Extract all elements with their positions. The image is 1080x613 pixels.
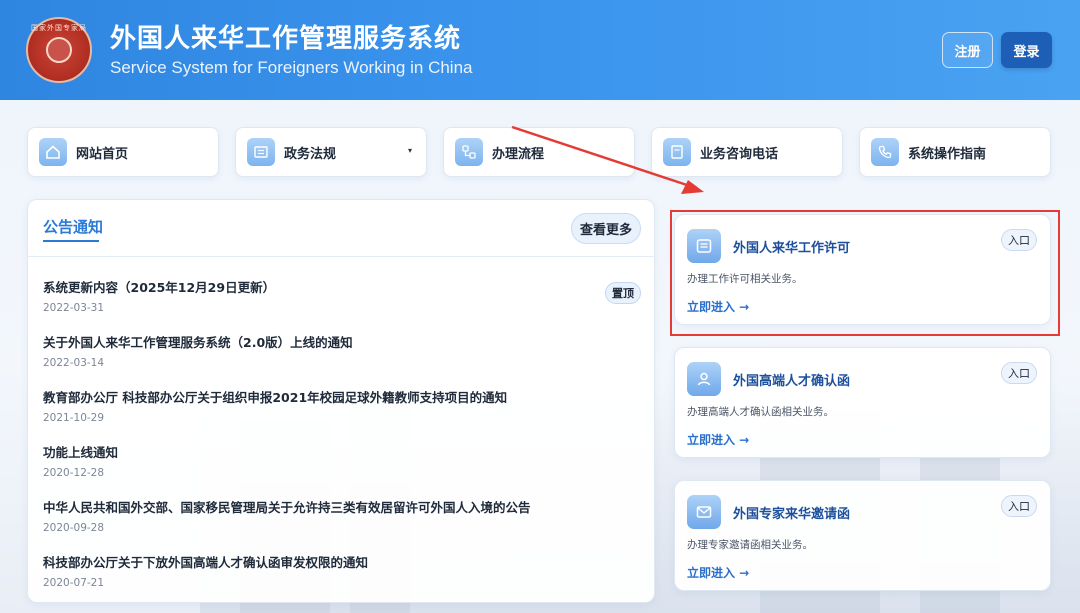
divider [28, 256, 656, 257]
list-item[interactable]: 教育部办公厅 科技部办公厅关于组织申报2021年校园足球外籍教师支持项目的通知 … [43, 387, 633, 424]
nav-item-process[interactable]: 办理流程 [443, 127, 635, 177]
enter-link[interactable]: 立即进入 → [687, 564, 749, 581]
notice-date: 2020-07-21 [43, 577, 105, 589]
flow-icon [455, 138, 483, 166]
nav-item-label: 政务法规 [284, 146, 337, 162]
notice-date: 2020-12-28 [43, 467, 105, 479]
nav-item-label: 办理流程 [492, 146, 545, 162]
list-item[interactable]: 功能上线通知 2020-12-28 [43, 442, 633, 479]
entry-badge[interactable]: 入口 [1001, 495, 1037, 517]
notice-date: 2020-09-28 [43, 522, 105, 534]
list-item[interactable]: 关于外国人来华工作管理服务系统（2.0版）上线的通知 2022-03-14 [43, 332, 633, 369]
list-item[interactable]: 科技部办公厅关于下放外国高端人才确认函审发权限的通知 2020-07-21 [43, 552, 633, 589]
card-description: 办理专家邀请函相关业务。 [687, 539, 813, 551]
notice-title[interactable]: 关于外国人来华工作管理服务系统（2.0版）上线的通知 [43, 332, 633, 351]
service-card-high-end-talent[interactable]: 外国高端人才确认函 入口 办理高端人才确认函相关业务。 立即进入 → [674, 347, 1051, 458]
nav-item-home[interactable]: 网站首页 [27, 127, 219, 177]
notice-title[interactable]: 系统更新内容（2025年12月29日更新） [43, 277, 633, 296]
site-title: 外国人来华工作管理服务系统 [110, 24, 462, 54]
logo-emblem-icon [46, 37, 72, 63]
notice-date: 2022-03-14 [43, 357, 105, 369]
nav-item-label: 网站首页 [76, 146, 129, 162]
entry-badge[interactable]: 入口 [1001, 362, 1037, 384]
nav-item-label: 系统操作指南 [908, 146, 987, 162]
document-list-icon [247, 138, 275, 166]
view-more-button[interactable]: 查看更多 [571, 213, 641, 244]
home-icon [39, 138, 67, 166]
tab-announcements[interactable]: 公告通知 [43, 216, 103, 237]
annotation-highlight-box [670, 210, 1060, 336]
notice-date: 2021-10-29 [43, 412, 105, 424]
list-item[interactable]: 系统更新内容（2025年12月29日更新） 2022-03-31 [43, 277, 633, 314]
site-header: 国家外国专家局 外国人来华工作管理服务系统 Service System for… [0, 0, 1080, 100]
nav-item-label: 业务咨询电话 [700, 146, 779, 162]
nav-item-guide[interactable]: 系统操作指南 [859, 127, 1051, 177]
phone-icon [871, 138, 899, 166]
service-card-expert-invitation[interactable]: 外国专家来华邀请函 入口 办理专家邀请函相关业务。 立即进入 → [674, 480, 1051, 591]
pinned-badge: 置顶 [605, 282, 641, 304]
notice-title[interactable]: 功能上线通知 [43, 442, 633, 461]
person-icon [687, 362, 721, 396]
site-logo[interactable]: 国家外国专家局 [26, 17, 92, 83]
chevron-down-icon: ▾ [407, 146, 412, 155]
nav-item-regulations[interactable]: 政务法规 ▾ [235, 127, 427, 177]
list-item[interactable]: 中华人民共和国外交部、国家移民管理局关于允许持三类有效居留许可外国人入境的公告 … [43, 497, 633, 534]
site-subtitle: Service System for Foreigners Working in… [110, 58, 473, 77]
tab-underline [43, 240, 99, 242]
card-description: 办理高端人才确认函相关业务。 [687, 406, 834, 418]
card-title: 外国高端人才确认函 [733, 374, 851, 389]
announcements-panel: 公告通知 查看更多 系统更新内容（2025年12月29日更新） 2022-03-… [27, 199, 656, 603]
register-button[interactable]: 注册 [942, 32, 993, 68]
note-icon [663, 138, 691, 166]
nav-item-hotline[interactable]: 业务咨询电话 [651, 127, 843, 177]
notice-title[interactable]: 科技部办公厅关于下放外国高端人才确认函审发权限的通知 [43, 552, 633, 571]
login-button[interactable]: 登录 [1001, 32, 1052, 68]
logo-text: 国家外国专家局 [31, 24, 87, 32]
notice-date: 2022-03-31 [43, 302, 105, 314]
card-title: 外国专家来华邀请函 [733, 507, 851, 522]
notice-title[interactable]: 教育部办公厅 科技部办公厅关于组织申报2021年校园足球外籍教师支持项目的通知 [43, 387, 633, 406]
enter-link[interactable]: 立即进入 → [687, 431, 749, 448]
notice-title[interactable]: 中华人民共和国外交部、国家移民管理局关于允许持三类有效居留许可外国人入境的公告 [43, 497, 633, 516]
mail-icon [687, 495, 721, 529]
